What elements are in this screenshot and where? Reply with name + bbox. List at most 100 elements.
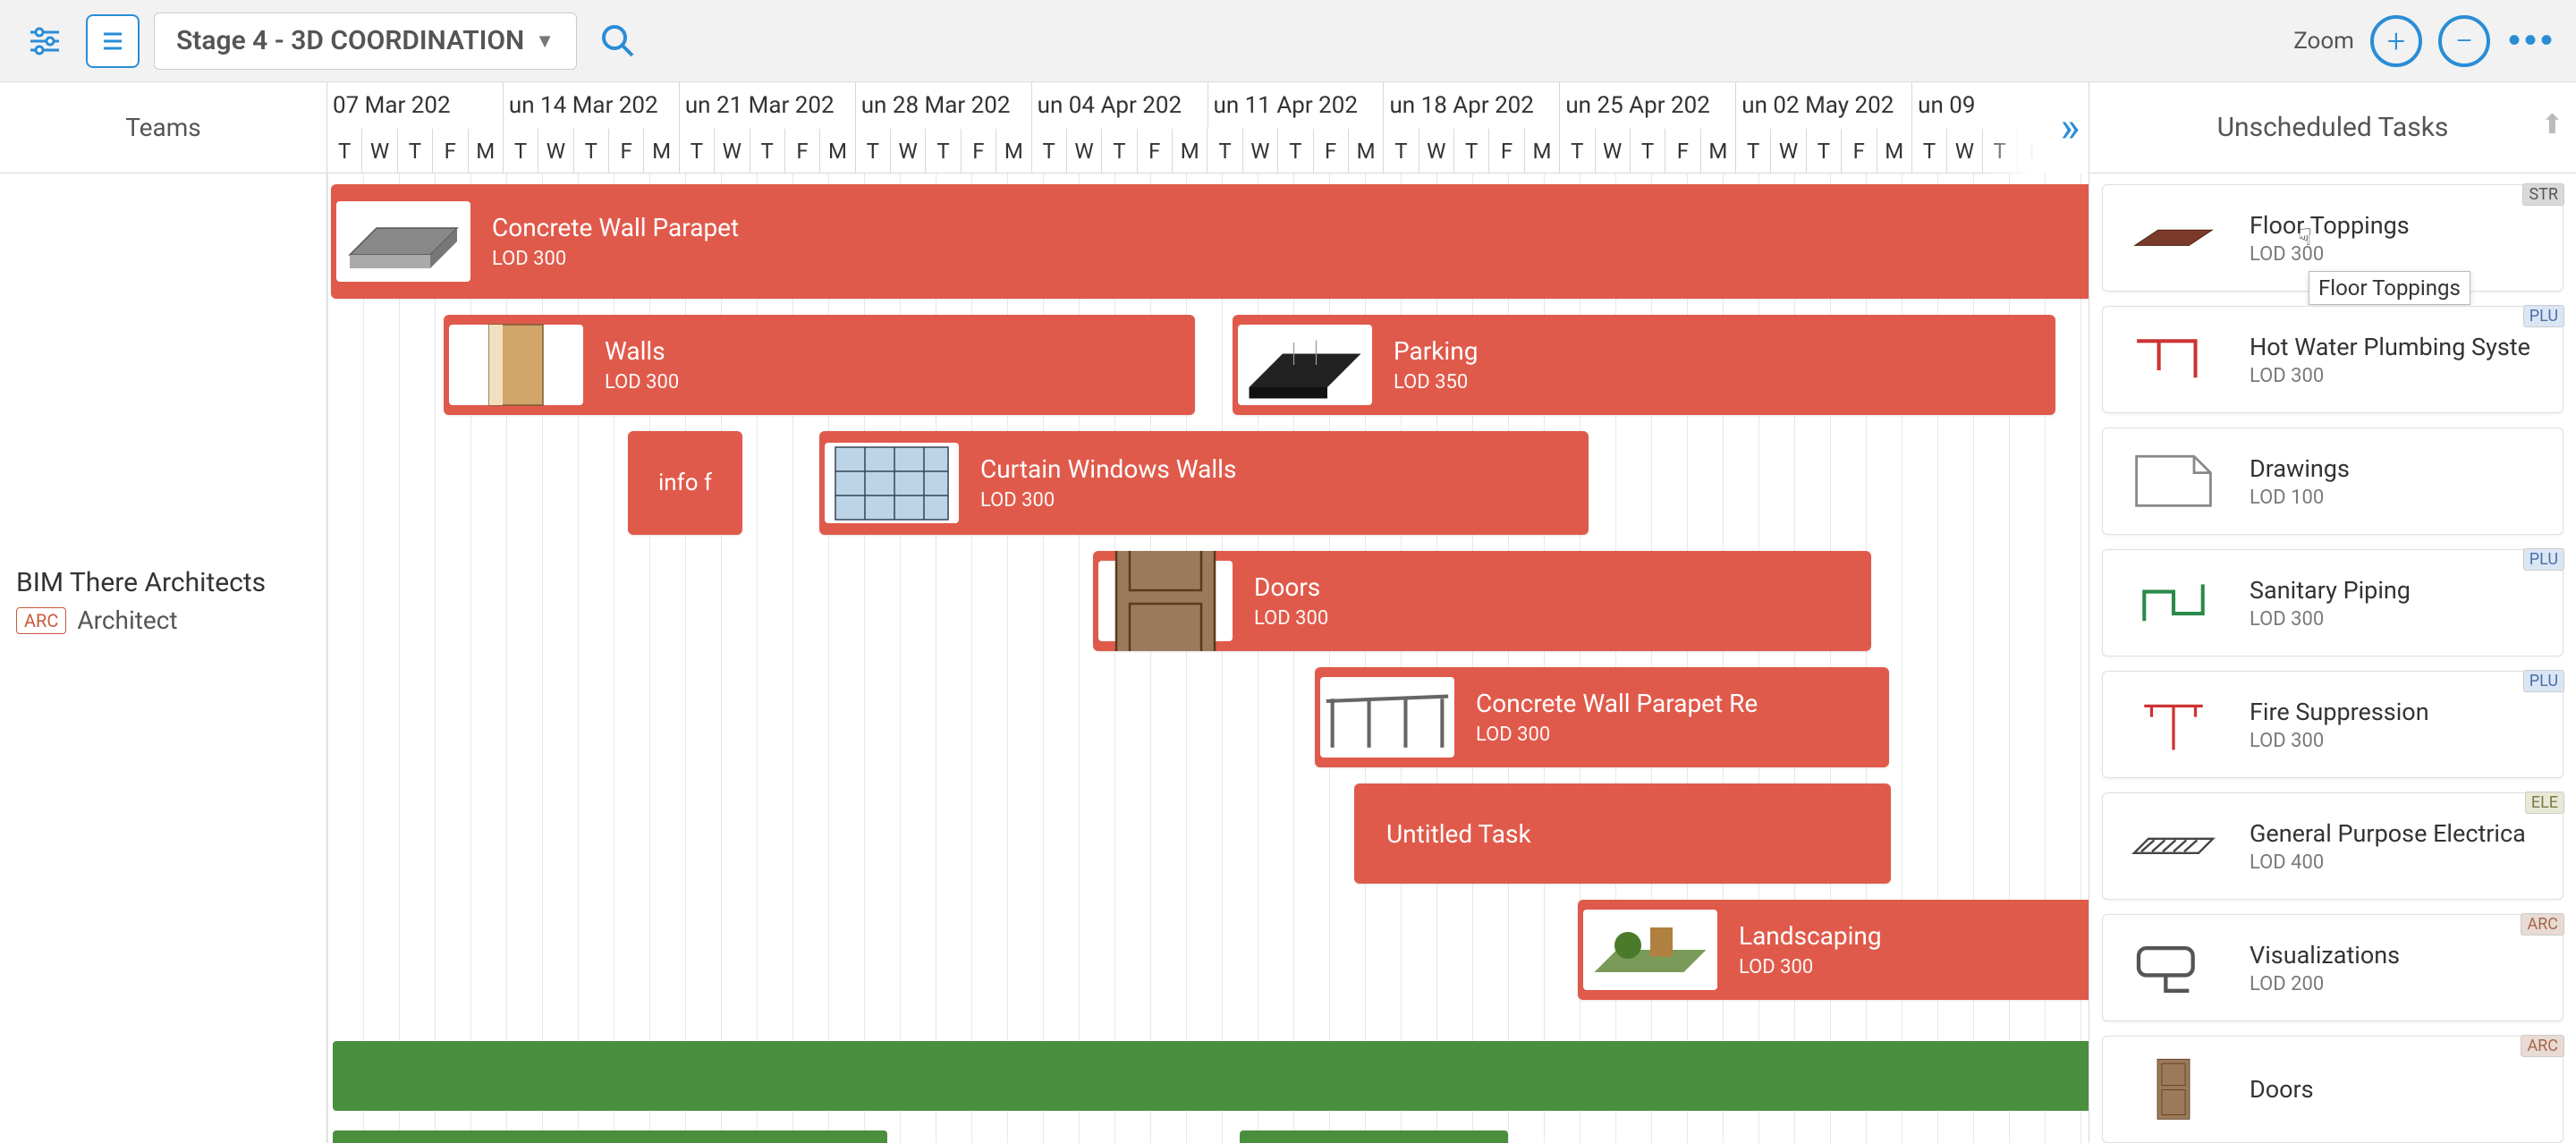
task-title: Doors [1254, 572, 1328, 602]
gantt-task[interactable]: Curtain Windows WallsLOD 300 [819, 431, 1589, 535]
week-cell: un 28 Mar 202 [856, 82, 1032, 129]
day-cell: W [1067, 129, 1102, 174]
zoom-out-button[interactable]: − [2438, 15, 2490, 67]
unscheduled-card[interactable]: ARCVisualizationsLOD 200 [2102, 914, 2563, 1021]
gantt-task[interactable]: Landscaping LOD 300 [1578, 900, 2089, 1000]
day-cell: T [926, 129, 961, 174]
gantt-task[interactable]: DoorsLOD 300 [1093, 551, 1871, 651]
unscheduled-list[interactable]: STRFloor ToppingsLOD 300Floor Toppings☟ P… [2089, 174, 2576, 1143]
discipline-tag: ELE [2525, 792, 2564, 814]
card-title: Visualizations [2250, 941, 2400, 969]
day-cell: T [1102, 129, 1137, 174]
card-thumb [2115, 197, 2232, 279]
day-cell: T [1560, 129, 1595, 174]
gantt-area[interactable]: 07 Mar 202un 14 Mar 202un 21 Mar 202un 2… [327, 82, 2089, 1143]
discipline-tag: ARC [2521, 1035, 2564, 1057]
filter-icon[interactable] [18, 14, 72, 68]
day-cell: F [1138, 129, 1173, 174]
day-cell: M [820, 129, 855, 174]
gantt-task[interactable]: WallsLOD 300 [444, 315, 1195, 415]
card-title: General Purpose Electrica [2250, 819, 2526, 848]
card-lod: LOD 300 [2250, 365, 2530, 387]
week-cell: un 04 Apr 202 [1032, 82, 1208, 129]
unscheduled-card[interactable]: ELE General Purpose Electrica LOD 400 [2102, 792, 2563, 900]
main: Teams BIM There Architects ARC Architect… [0, 82, 2576, 1143]
day-cell: T [680, 129, 715, 174]
gantt-body[interactable]: Concrete Wall ParapetLOD 300WallsLOD 300… [327, 174, 2089, 1143]
unscheduled-card[interactable]: PLUHot Water Plumbing SysteLOD 300 [2102, 306, 2563, 413]
day-cell: T [574, 129, 609, 174]
unscheduled-card[interactable]: PLUSanitary PipingLOD 300 [2102, 549, 2563, 656]
list-icon[interactable] [86, 14, 140, 68]
week-cell: un 14 Mar 202 [504, 82, 680, 129]
task-title: Landscaping [1739, 921, 1882, 951]
task-thumb [449, 325, 583, 405]
card-thumb [2115, 318, 2232, 401]
team-name: BIM There Architects [16, 567, 310, 598]
timeline-scroll-fade: » [1981, 82, 2089, 174]
gantt-summary-bar[interactable] [333, 1041, 2089, 1111]
unscheduled-header: Unscheduled Tasks ⬆ [2089, 82, 2576, 174]
day-cell: T [1454, 129, 1489, 174]
task-lod: LOD 300 [1739, 956, 1882, 978]
day-cell: F [1314, 129, 1349, 174]
card-title: Doors [2250, 1075, 2314, 1104]
day-cell: W [891, 129, 926, 174]
card-lod: LOD 400 [2250, 851, 2526, 874]
day-cell: W [1947, 129, 1982, 174]
sidebar: Teams BIM There Architects ARC Architect [0, 82, 327, 1143]
gantt-summary-bar[interactable] [333, 1130, 887, 1143]
scroll-right-icon[interactable]: » [2060, 104, 2080, 152]
day-cell: T [1912, 129, 1947, 174]
gantt-summary-bar[interactable] [1240, 1130, 1508, 1143]
week-cell: 07 Mar 202 [327, 82, 504, 129]
day-cell: F [433, 129, 468, 174]
stage-select[interactable]: Stage 4 - 3D COORDINATION ▼ [154, 13, 577, 70]
card-lod: LOD 100 [2250, 487, 2350, 509]
gantt-task[interactable]: info f [628, 431, 742, 535]
unscheduled-card[interactable]: DrawingsLOD 100 [2102, 428, 2563, 535]
more-button[interactable]: ••• [2506, 15, 2558, 67]
collapse-up-icon[interactable]: ⬆ [2541, 109, 2563, 140]
day-cell: F [1665, 129, 1700, 174]
card-title: Hot Water Plumbing Syste [2250, 333, 2530, 361]
card-thumb [2115, 805, 2232, 887]
card-lod: LOD 200 [2250, 973, 2400, 995]
week-cell: un 02 May 202 [1736, 82, 1912, 129]
day-cell: M [1525, 129, 1560, 174]
team-block[interactable]: BIM There Architects ARC Architect [0, 549, 326, 653]
task-title: Concrete Wall Parapet Re [1476, 689, 1758, 718]
discipline-tag: PLU [2523, 670, 2564, 692]
day-cell: W [715, 129, 750, 174]
day-cell: F [1842, 129, 1877, 174]
card-title: Floor Toppings [2250, 211, 2410, 240]
unscheduled-card[interactable]: PLUFire SuppressionLOD 300 [2102, 671, 2563, 778]
unscheduled-title: Unscheduled Tasks [2217, 112, 2449, 143]
chevron-down-icon: ▼ [535, 30, 555, 53]
gantt-task[interactable]: Untitled Task [1354, 783, 1891, 884]
task-thumb [336, 201, 470, 282]
day-cell: T [1631, 129, 1665, 174]
team-role: Architect [77, 605, 177, 635]
unscheduled-card[interactable]: STRFloor ToppingsLOD 300Floor Toppings☟ [2102, 184, 2563, 292]
search-icon[interactable] [591, 14, 645, 68]
card-thumb [2115, 562, 2232, 644]
day-cell: M [1877, 129, 1912, 174]
unscheduled-card[interactable]: ARC Doors [2102, 1036, 2563, 1143]
gantt-task[interactable]: Concrete Wall Parapet ReLOD 300 [1315, 667, 1889, 767]
card-thumb [2115, 1048, 2232, 1130]
team-role-row: ARC Architect [16, 605, 310, 635]
day-cell: T [327, 129, 362, 174]
task-title: Curtain Windows Walls [980, 454, 1236, 484]
task-title: Parking [1394, 336, 1478, 366]
task-title: Concrete Wall Parapet [492, 213, 739, 242]
task-title: Untitled Task [1386, 819, 1531, 849]
zoom-in-button[interactable]: + [2370, 15, 2422, 67]
gantt-task[interactable]: ParkingLOD 350 [1233, 315, 2055, 415]
day-cell: W [1771, 129, 1806, 174]
task-title: Walls [605, 336, 679, 366]
task-thumb [1238, 325, 1372, 405]
day-cell: T [750, 129, 785, 174]
day-cell: T [1032, 129, 1067, 174]
gantt-task[interactable]: Concrete Wall ParapetLOD 300 [331, 184, 2089, 299]
